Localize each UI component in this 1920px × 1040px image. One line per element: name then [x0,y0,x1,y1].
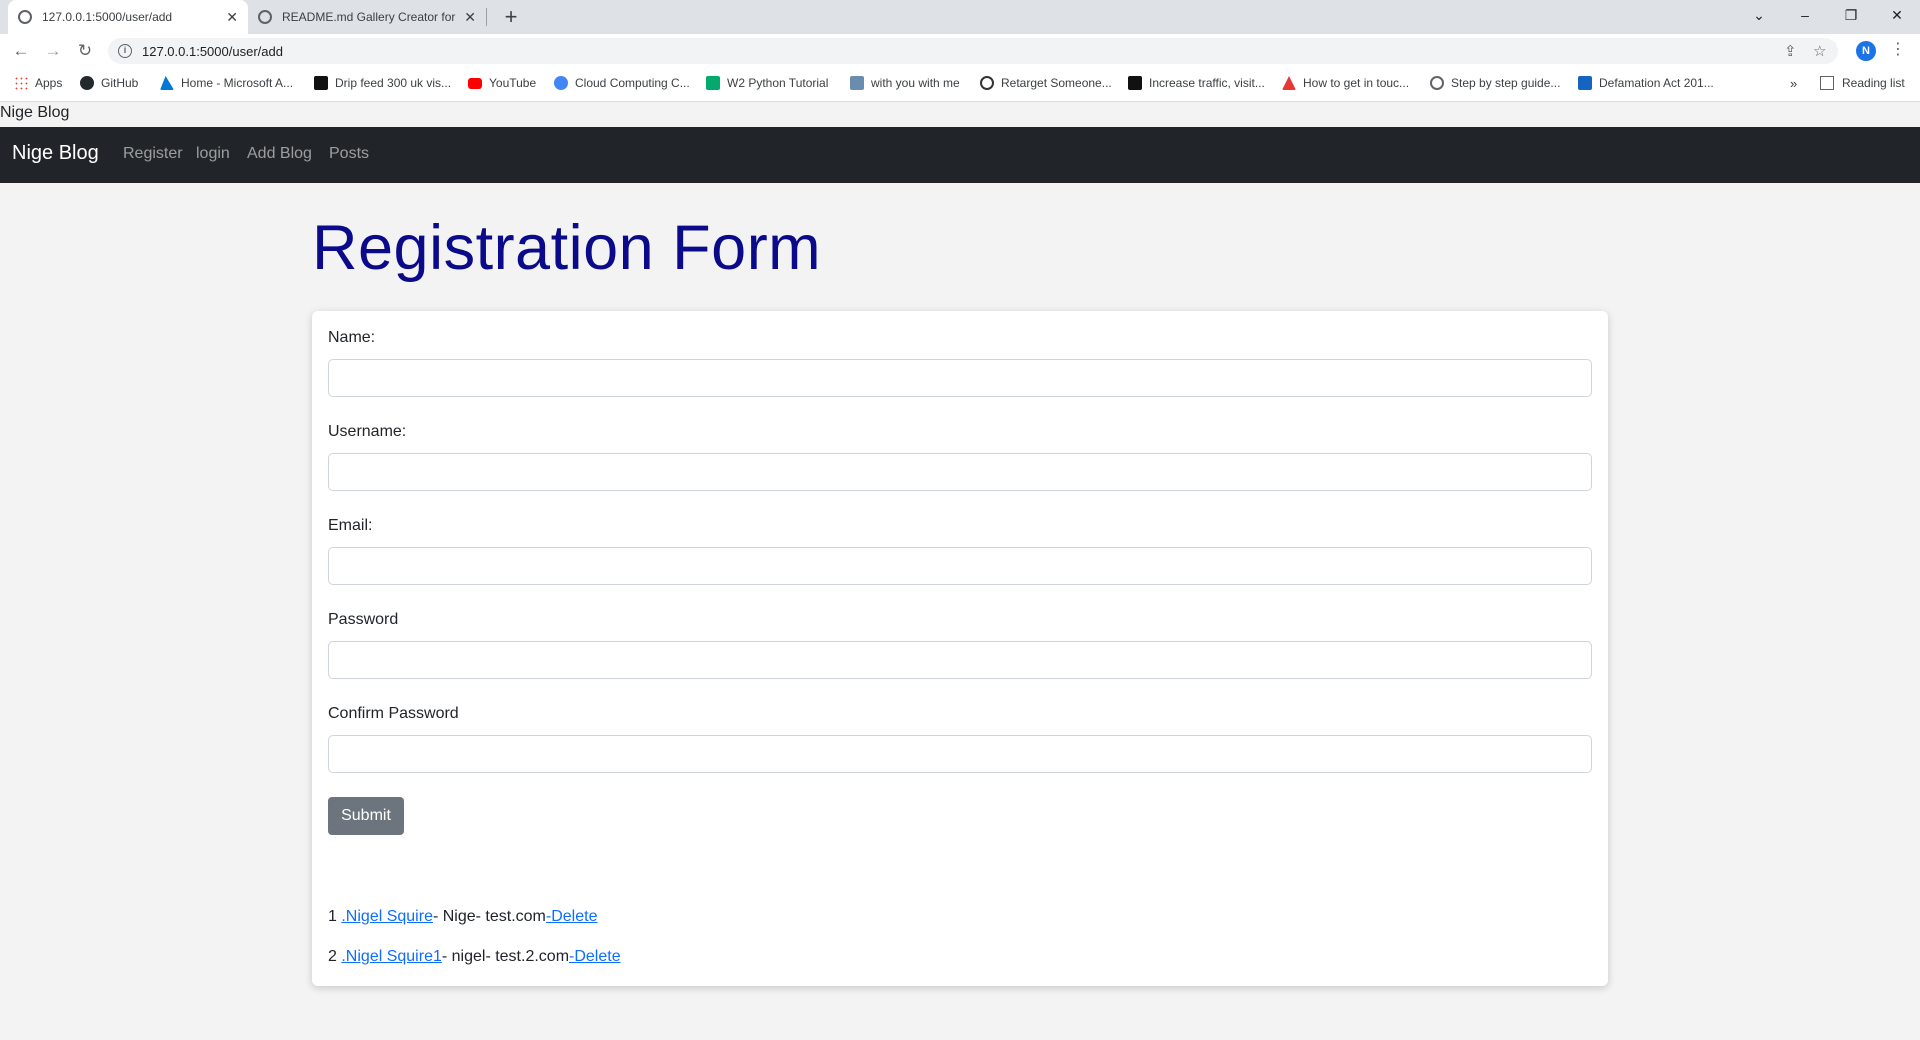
confirm-password-label: Confirm Password [328,705,459,722]
site-icon [850,76,864,90]
browser-menu-icon[interactable]: ⋮ [1890,39,1906,59]
share-icon[interactable]: ⇪ [1784,42,1797,60]
url-text[interactable]: 127.0.0.1:5000/user/add [142,44,283,59]
user-details: - nigel- test.2.com [441,948,570,965]
close-window-button[interactable]: ✕ [1874,0,1920,30]
target-icon [980,76,994,90]
bookmark-cloud-computing[interactable]: Cloud Computing C... [554,76,690,90]
star-bookmark-icon[interactable]: ☆ [1813,42,1826,60]
bookmark-drip-feed[interactable]: Drip feed 300 uk vis... [314,76,451,90]
user-number: 1 [328,908,337,925]
address-bar[interactable]: i 127.0.0.1:5000/user/add ⇪ ☆ [108,38,1838,64]
reading-list-button[interactable]: Reading list [1820,76,1905,90]
browser-tab-active[interactable]: 127.0.0.1:5000/user/add ✕ [8,0,248,34]
page-title: Registration Form [312,213,822,283]
email-input[interactable] [328,547,1592,585]
globe-icon [1430,76,1444,90]
globe-icon [258,10,272,24]
minimize-button[interactable]: – [1782,0,1828,30]
navbar-brand[interactable]: Nige Blog [12,142,99,165]
nav-link-posts[interactable]: Posts [329,145,369,163]
close-tab-icon[interactable]: ✕ [226,9,238,26]
bookmark-increase-traffic[interactable]: Increase traffic, visit... [1128,76,1265,90]
bookmark-apps[interactable]: Apps [14,76,62,90]
bookmark-with-you[interactable]: with you with me [850,76,960,90]
forward-arrow-icon[interactable]: → [41,39,65,63]
bookmark-python-tutorial[interactable]: W2 Python Tutorial [706,76,828,90]
restore-button[interactable]: ❐ [1828,0,1874,30]
delete-link[interactable]: -Delete [546,908,598,925]
globe-icon [18,10,32,24]
apps-grid-icon [14,76,28,90]
nav-link-add-blog[interactable]: Add Blog [247,145,312,163]
submit-button[interactable]: Submit [328,797,404,835]
youtube-icon [468,77,482,89]
list-item: 2 .Nigel Squire1- nigel- test.2.com-Dele… [328,948,621,966]
bookmark-youtube[interactable]: YouTube [468,76,536,90]
user-number: 2 [328,948,337,965]
confirm-password-input[interactable] [328,735,1592,773]
tab-title: README.md Gallery Creator for ( [282,10,457,24]
nav-link-login[interactable]: login [196,145,230,163]
bookmark-defamation-act[interactable]: Defamation Act 201... [1578,76,1714,90]
f-logo-icon [314,76,328,90]
bookmark-github[interactable]: GitHub [80,76,138,90]
new-tab-button[interactable]: + [498,4,524,30]
user-name-link[interactable]: .Nigel Squire [341,908,433,925]
name-input[interactable] [328,359,1592,397]
site-info-icon[interactable]: i [118,44,132,58]
close-tab-icon[interactable]: ✕ [464,9,476,26]
password-input[interactable] [328,641,1592,679]
reload-icon[interactable]: ↻ [73,39,97,63]
list-item: 1 .Nigel Squire- Nige- test.com-Delete [328,908,597,926]
bookmarks-bar: Apps GitHub Home - Microsoft A... Drip f… [0,68,1920,102]
browser-tab[interactable]: README.md Gallery Creator for ( ✕ [248,0,486,34]
bookmark-step-by-step[interactable]: Step by step guide... [1430,76,1560,90]
site-navbar: Nige Blog Register login Add Blog Posts [0,127,1920,183]
f-logo-icon [1128,76,1142,90]
more-bookmarks-chevron-icon[interactable]: » [1790,76,1797,91]
password-label: Password [328,611,399,628]
nav-link-register[interactable]: Register [123,145,183,163]
user-name-link[interactable]: .Nigel Squire1 [341,948,442,965]
w3-icon [706,76,720,90]
wordpress-icon [1578,76,1592,90]
username-label: Username: [328,423,407,440]
page-top-text: Nige Blog [0,104,70,121]
profile-avatar[interactable]: N [1856,41,1876,61]
browser-toolbar: ← → ↻ i 127.0.0.1:5000/user/add ⇪ ☆ N ⋮ [0,34,1920,68]
cloud-icon [554,76,568,90]
name-label: Name: [328,329,376,346]
tab-search-button[interactable]: ⌄ [1736,0,1782,30]
github-icon [80,76,94,90]
azure-icon [160,76,174,90]
user-details: - Nige- test.com [432,908,546,925]
arrow-logo-icon [1282,76,1296,90]
reading-list-icon [1820,76,1834,90]
bookmark-retarget[interactable]: Retarget Someone... [980,76,1112,90]
bookmark-microsoft-azure[interactable]: Home - Microsoft A... [160,76,293,90]
username-input[interactable] [328,453,1592,491]
tab-strip: 127.0.0.1:5000/user/add ✕ README.md Gall… [0,0,1920,34]
back-arrow-icon[interactable]: ← [9,39,33,63]
email-label: Email: [328,517,373,534]
tab-divider [486,8,487,26]
delete-link[interactable]: -Delete [569,948,621,965]
bookmark-get-in-touch[interactable]: How to get in touc... [1282,76,1409,90]
tab-title: 127.0.0.1:5000/user/add [42,10,173,24]
registration-card: Name: Username: Email: Password Confirm … [312,311,1608,986]
